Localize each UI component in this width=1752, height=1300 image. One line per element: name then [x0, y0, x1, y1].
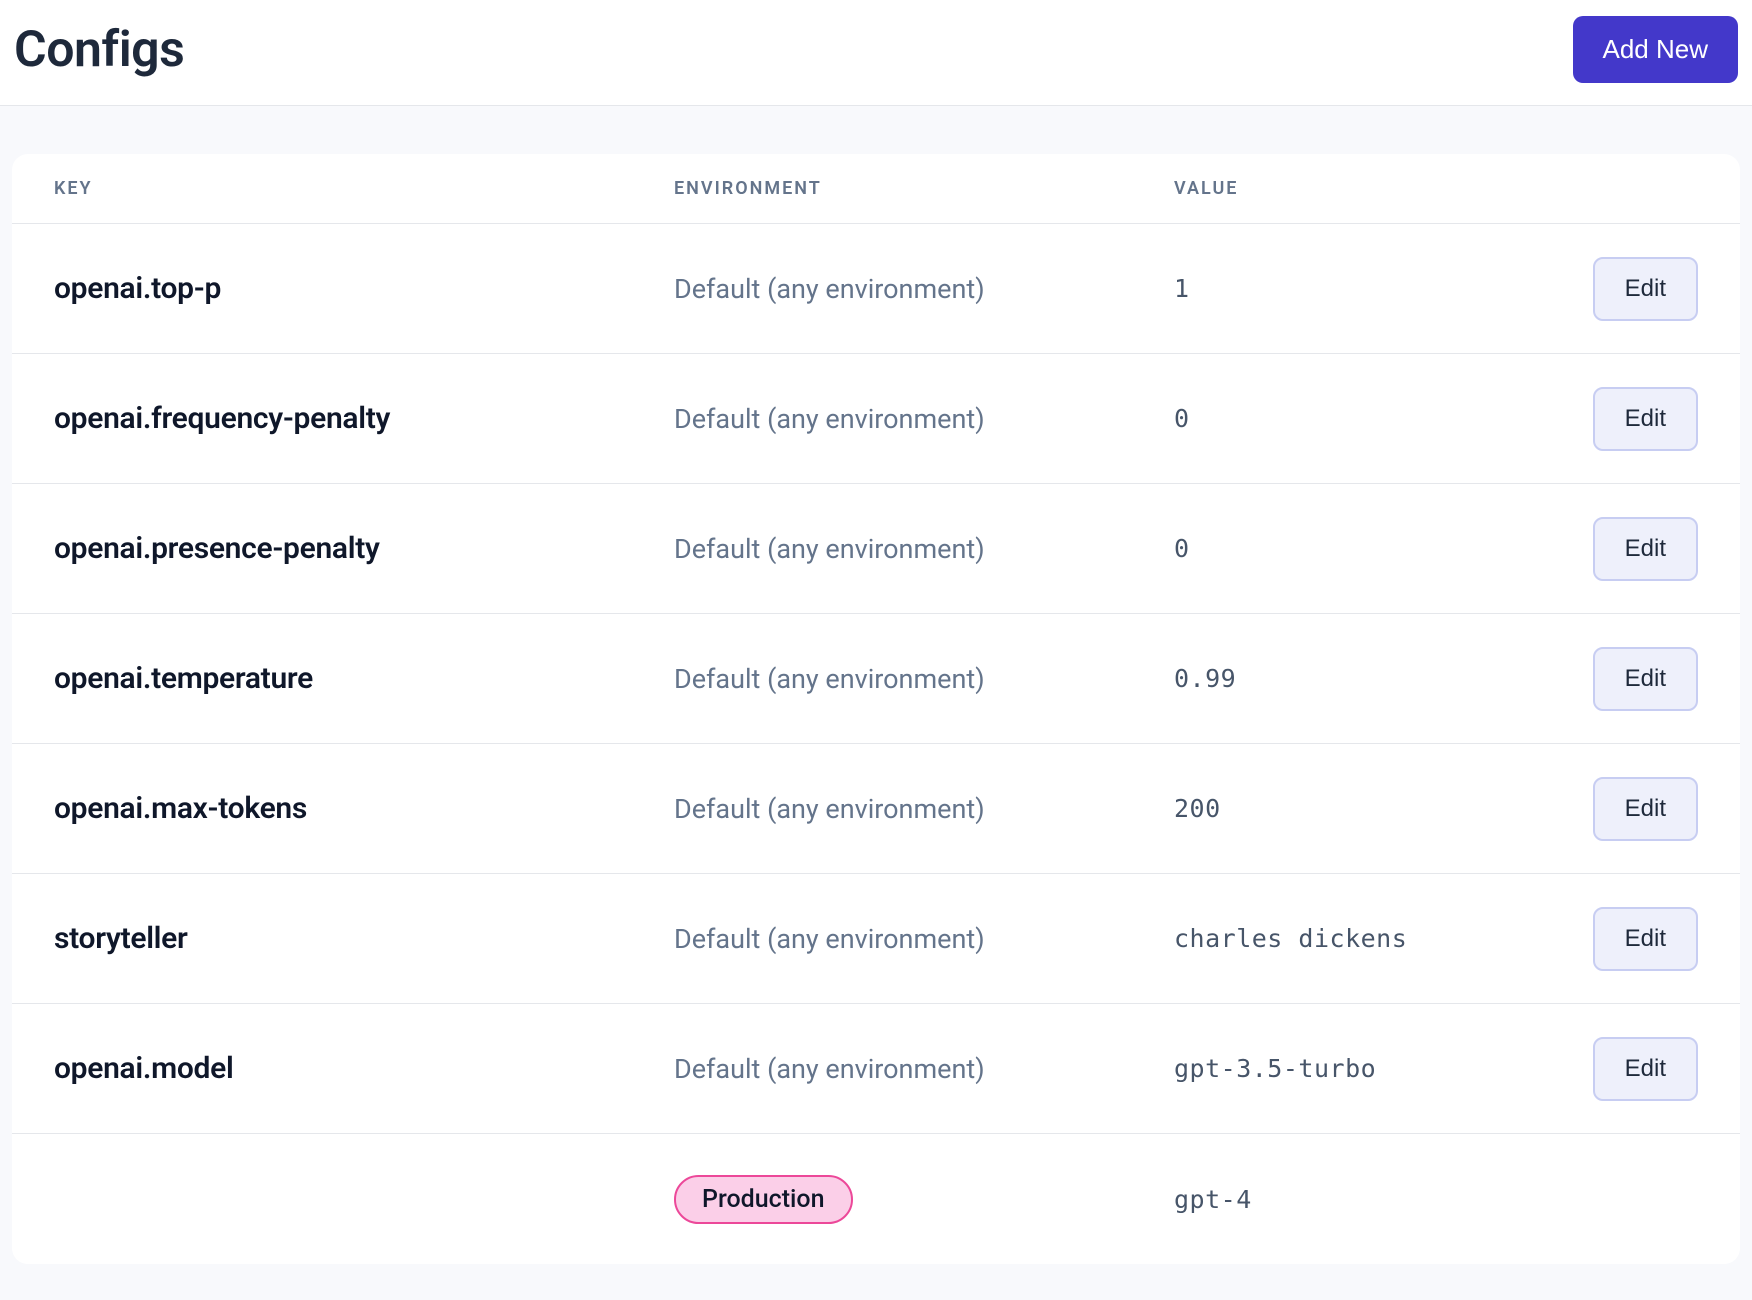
- config-value: gpt-4: [1174, 1185, 1558, 1214]
- table-row: openai.top-pDefault (any environment)1 Ed…: [12, 224, 1740, 354]
- actions-cell: Edit: [1558, 1037, 1698, 1101]
- edit-button[interactable]: Edit: [1593, 517, 1698, 581]
- config-key: openai.model: [54, 1051, 674, 1086]
- edit-button[interactable]: Edit: [1593, 257, 1698, 321]
- config-environment: Default (any environment): [674, 923, 1174, 955]
- actions-cell: Edit: [1558, 257, 1698, 321]
- page-header: Configs Add New: [0, 0, 1752, 106]
- actions-cell: Edit: [1558, 777, 1698, 841]
- config-environment: Default (any environment): [674, 533, 1174, 565]
- edit-button[interactable]: Edit: [1593, 647, 1698, 711]
- table-row: openai.modelDefault (any environment)gpt…: [12, 1004, 1740, 1134]
- edit-button[interactable]: Edit: [1593, 387, 1698, 451]
- config-value: 1: [1174, 274, 1558, 303]
- actions-cell: Edit: [1558, 387, 1698, 451]
- config-value: 0.99: [1174, 664, 1558, 693]
- environment-badge: Production: [674, 1175, 853, 1224]
- actions-cell: Edit: [1558, 647, 1698, 711]
- config-value: gpt-3.5-turbo: [1174, 1054, 1558, 1083]
- add-new-button[interactable]: Add New: [1573, 16, 1739, 83]
- config-key: openai.temperature: [54, 661, 674, 696]
- col-key: KEY: [54, 178, 674, 199]
- config-environment: Default (any environment): [674, 663, 1174, 695]
- page-title: Configs: [14, 21, 184, 79]
- configs-table: KEY ENVIRONMENT VALUE openai.top-pDefaul…: [12, 154, 1740, 1264]
- table-body: openai.top-pDefault (any environment)1Ed…: [12, 224, 1740, 1264]
- table-row: openai.presence-penaltyDefault (any envi…: [12, 484, 1740, 614]
- config-environment: Production: [674, 1175, 1174, 1224]
- col-actions: [1558, 178, 1698, 199]
- config-environment: Default (any environment): [674, 403, 1174, 435]
- table-row: openai.temperatureDefault (any environme…: [12, 614, 1740, 744]
- config-key: storyteller: [54, 921, 674, 956]
- actions-cell: Edit: [1558, 907, 1698, 971]
- config-value: charles dickens: [1174, 924, 1558, 953]
- edit-button[interactable]: Edit: [1593, 907, 1698, 971]
- config-value: 200: [1174, 794, 1558, 823]
- table-row: storytellerDefault (any environment)char…: [12, 874, 1740, 1004]
- table-row: openai.max-tokensDefault (any environmen…: [12, 744, 1740, 874]
- config-environment: Default (any environment): [674, 793, 1174, 825]
- config-key: openai.top-p: [54, 271, 674, 306]
- config-value: 0: [1174, 534, 1558, 563]
- actions-cell: Edit: [1558, 517, 1698, 581]
- table-row: openai.frequency-penaltyDefault (any env…: [12, 354, 1740, 484]
- edit-button[interactable]: Edit: [1593, 1037, 1698, 1101]
- col-environment: ENVIRONMENT: [674, 178, 1174, 199]
- edit-button[interactable]: Edit: [1593, 777, 1698, 841]
- table-header-row: KEY ENVIRONMENT VALUE: [12, 154, 1740, 224]
- table-row: Production gpt-4: [12, 1134, 1740, 1264]
- content-wrap: KEY ENVIRONMENT VALUE openai.top-pDefaul…: [0, 106, 1752, 1264]
- config-environment: Default (any environment): [674, 1053, 1174, 1085]
- config-key: openai.frequency-penalty: [54, 401, 674, 436]
- col-value: VALUE: [1174, 178, 1558, 199]
- config-value: 0: [1174, 404, 1558, 433]
- config-key: openai.presence-penalty: [54, 531, 674, 566]
- config-key: openai.max-tokens: [54, 791, 674, 826]
- config-environment: Default (any environment): [674, 273, 1174, 305]
